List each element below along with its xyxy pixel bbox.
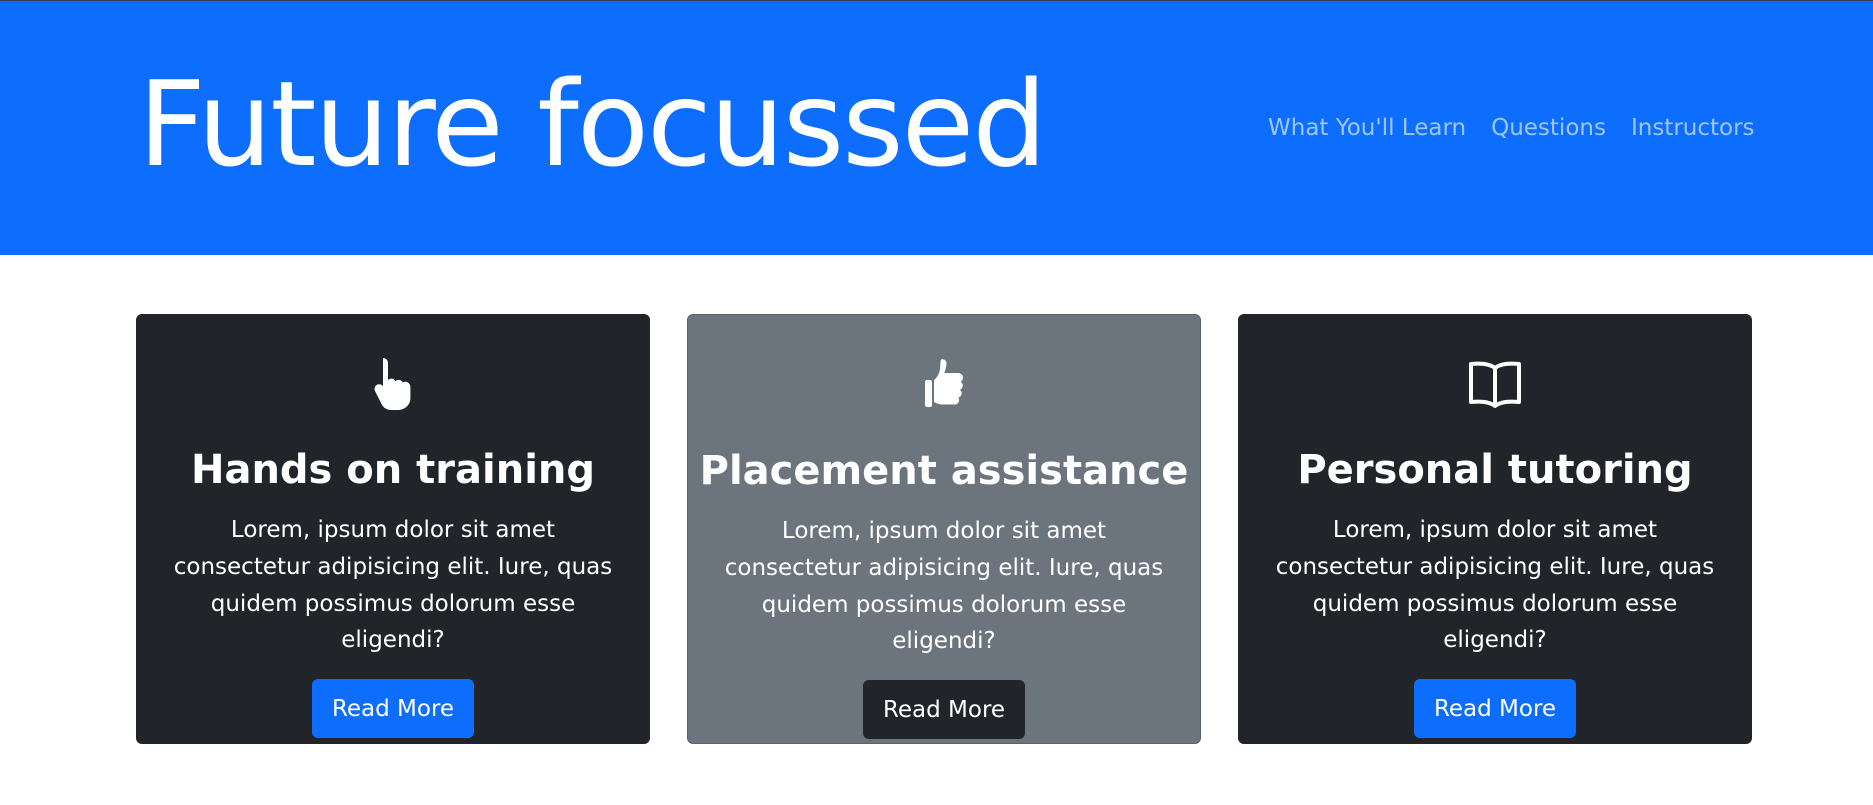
card-personal-tutoring: Personal tutoring Lorem, ipsum dolor sit… — [1238, 314, 1752, 744]
card-text: Lorem, ipsum dolor sit amet consectetur … — [724, 518, 1164, 655]
card-title: Placement assistance — [699, 448, 1189, 494]
read-more-button[interactable]: Read More — [311, 679, 475, 739]
page-title: Future focussed — [138, 55, 1047, 193]
nav-link-instructors[interactable]: Instructors — [1631, 115, 1755, 141]
hero-banner: Future focussed What You'll Learn Questi… — [0, 1, 1873, 255]
open-book-icon — [1469, 361, 1521, 408]
read-more-button[interactable]: Read More — [862, 680, 1026, 740]
card-placement-assistance: Placement assistance Lorem, ipsum dolor … — [687, 314, 1201, 744]
card-hands-on-training: Hands on training Lorem, ipsum dolor sit… — [136, 314, 650, 744]
main-nav: What You'll Learn Questions Instructors — [1268, 115, 1755, 141]
pointing-hand-icon — [374, 358, 411, 410]
nav-link-questions[interactable]: Questions — [1491, 115, 1606, 141]
nav-link-what-youll-learn[interactable]: What You'll Learn — [1268, 115, 1466, 141]
thumbs-up-icon — [925, 359, 963, 407]
card-title: Hands on training — [190, 447, 596, 493]
card-text: Lorem, ipsum dolor sit amet consectetur … — [1275, 517, 1715, 654]
card-text: Lorem, ipsum dolor sit amet consectetur … — [173, 517, 613, 654]
card-title: Personal tutoring — [1297, 447, 1693, 493]
feature-cards: Hands on training Lorem, ipsum dolor sit… — [136, 314, 1752, 744]
read-more-button[interactable]: Read More — [1413, 679, 1577, 739]
